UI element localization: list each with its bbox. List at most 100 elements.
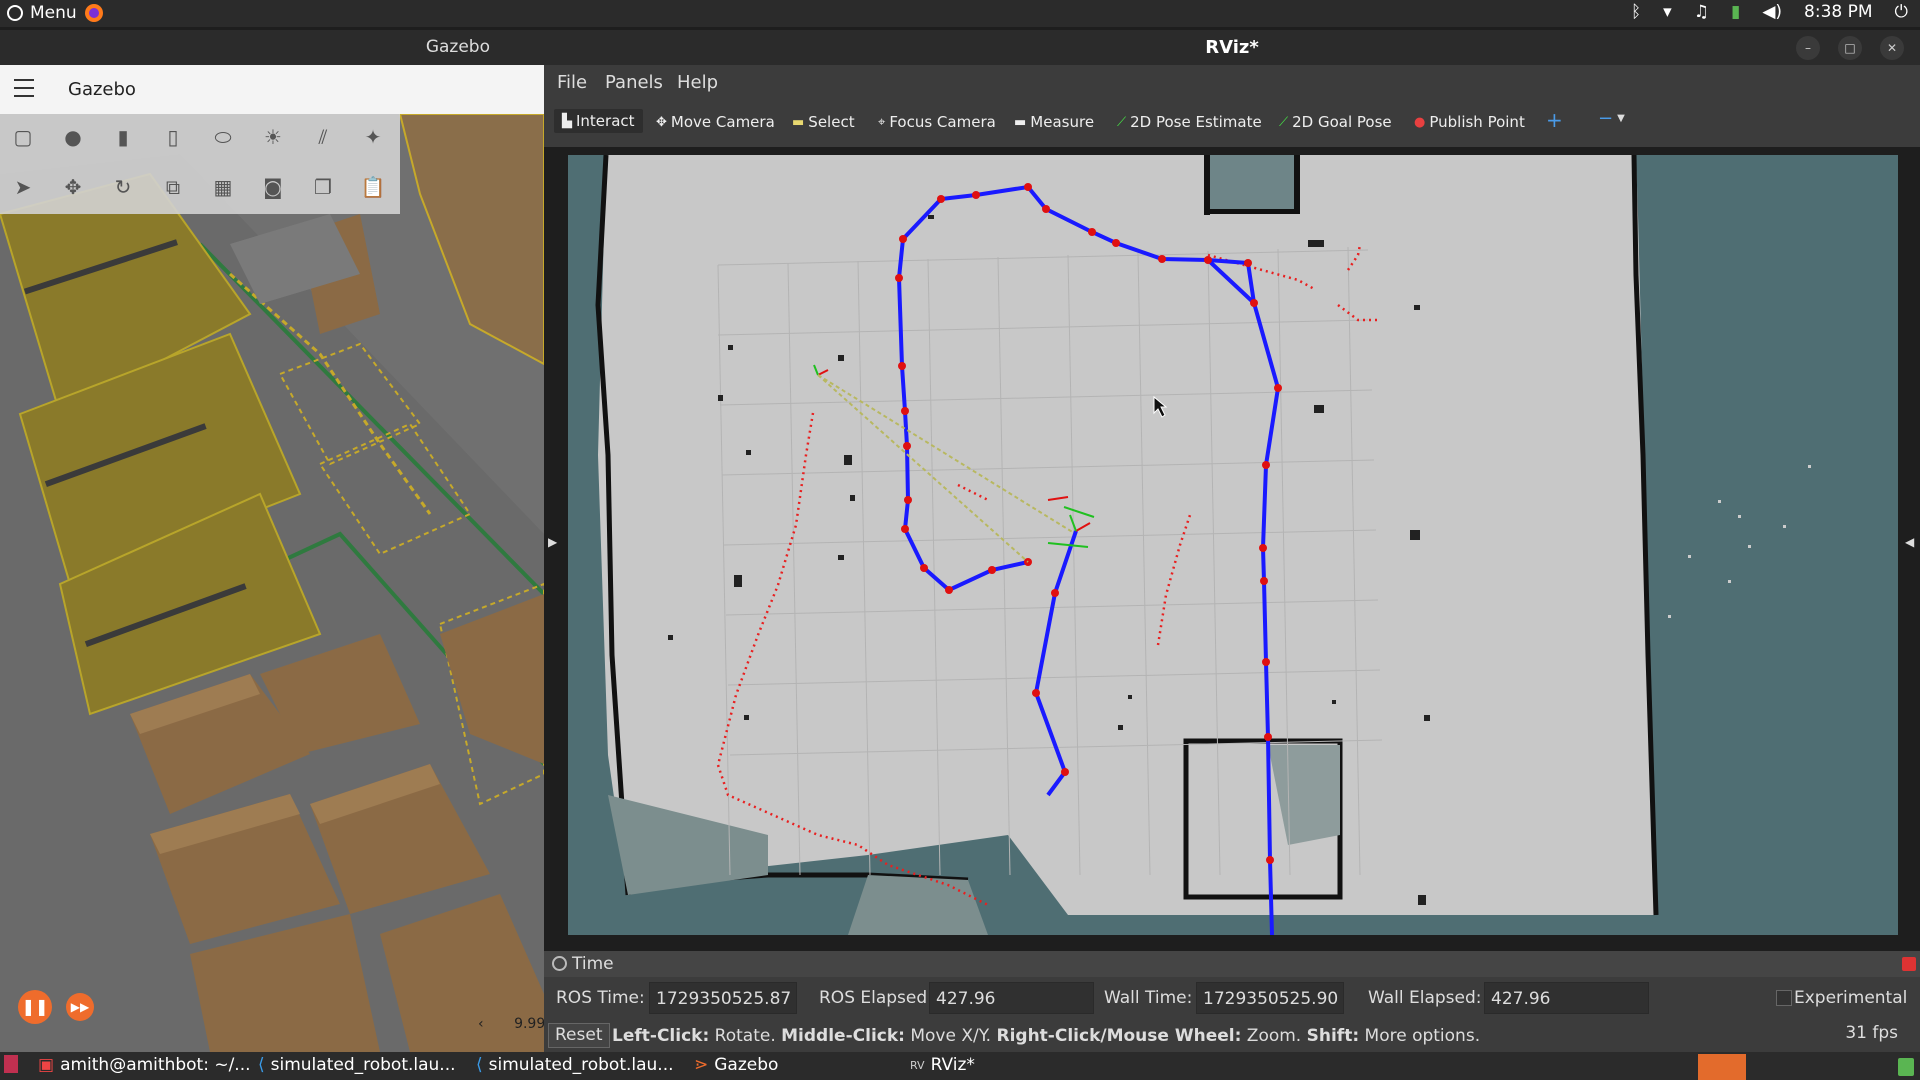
screenshot-camera-icon[interactable]: ◙ — [258, 172, 288, 202]
move-camera-icon: ✥ — [656, 114, 667, 130]
taskbar-item-gazebo[interactable]: ⋗ Gazebo — [694, 1055, 778, 1075]
menu-logo-icon — [7, 5, 23, 21]
publish-point-pin-icon: ● — [1414, 114, 1426, 130]
remove-tool-minus-icon[interactable]: − ▼ — [1598, 108, 1625, 129]
paste-icon[interactable]: 📋 — [358, 172, 388, 202]
wifi-icon[interactable]: ▾ — [1663, 2, 1672, 22]
rviz-3d-viewport[interactable] — [568, 155, 1898, 935]
notifications-icon[interactable]: ♫ — [1694, 2, 1709, 22]
tool-2d-pose-estimate[interactable]: ⟋ 2D Pose Estimate — [1117, 113, 1262, 131]
pause-button[interactable]: ❚❚ — [18, 990, 52, 1024]
tool-focus-camera[interactable]: ⌖ Focus Camera — [878, 113, 996, 131]
sun-light-icon[interactable]: ☀ — [258, 122, 288, 152]
add-tool-plus-icon[interactable]: + — [1546, 108, 1563, 132]
copy-icon[interactable]: ❐ — [308, 172, 338, 202]
taskbar-item-rviz-label: RViz* — [930, 1055, 975, 1075]
ellipsoid-shape-icon[interactable]: ⬭ — [208, 122, 238, 152]
help-right-click: Right-Click/Mouse Wheel: — [996, 1026, 1242, 1046]
help-shift-desc: More options. — [1359, 1026, 1481, 1046]
help-middle-click-desc: Move X/Y. — [904, 1026, 997, 1046]
sphere-shape-icon[interactable]: ● — [58, 122, 88, 152]
box-shape-icon[interactable]: ▢ — [8, 122, 38, 152]
tool-focus-camera-label: Focus Camera — [889, 113, 996, 131]
select-arrow-icon[interactable]: ➤ — [8, 172, 38, 202]
tool-move-camera-label: Move Camera — [670, 113, 775, 131]
translate-icon[interactable]: ✥ — [58, 172, 88, 202]
help-left-click: Left-Click: — [612, 1026, 710, 1046]
taskbar-item-vscode-1[interactable]: ⟨ simulated_robot.lau... — [258, 1055, 456, 1075]
collapse-left-panel-icon[interactable]: ▶ — [548, 535, 557, 549]
help-right-click-desc: Zoom. — [1241, 1026, 1307, 1046]
goal-pose-arrow-icon: ⟋ — [1279, 114, 1289, 130]
rtf-chevron-icon[interactable]: ‹ — [478, 1016, 484, 1032]
ros-elapsed-label: ROS Elapsed: — [819, 988, 933, 1008]
tool-move-camera[interactable]: ✥ Move Camera — [656, 113, 775, 131]
minimize-icon[interactable]: – — [1796, 36, 1820, 60]
tool-interact[interactable]: ▙ Interact — [554, 109, 643, 133]
taskbar-item-vscode-2[interactable]: ⟨ simulated_robot.lau... — [476, 1055, 674, 1075]
tool-select[interactable]: ▬ Select — [792, 113, 855, 131]
rotate-icon[interactable]: ↻ — [108, 172, 138, 202]
clock[interactable]: 8:38 PM — [1804, 2, 1873, 22]
pose-estimate-arrow-icon: ⟋ — [1117, 114, 1127, 130]
reset-button[interactable]: Reset — [548, 1023, 610, 1048]
system-top-bar: Menu ᛒ ▾ ♫ ▮ ◀) 8:38 PM ⏻ — [0, 0, 1920, 27]
taskbar-item-terminal[interactable]: ▣ amith@amithbot: ~/... — [38, 1055, 251, 1075]
rviz-icon: RV — [910, 1058, 925, 1072]
tool-publish-point[interactable]: ● Publish Point — [1414, 113, 1525, 131]
desktop-icon — [4, 1055, 18, 1073]
tray-rviz-icon[interactable] — [1698, 1054, 1746, 1080]
taskbar-show-desktop[interactable] — [4, 1055, 18, 1073]
ros-elapsed-field[interactable]: 427.96 — [929, 982, 1094, 1014]
close-panel-icon[interactable] — [1902, 957, 1916, 971]
experimental-checkbox[interactable] — [1776, 990, 1792, 1006]
spot-light-icon[interactable]: ✦ — [358, 122, 388, 152]
help-middle-click: Middle-Click: — [781, 1026, 905, 1046]
terminal-icon: ▣ — [38, 1055, 55, 1075]
cylinder-shape-icon[interactable]: ▮ — [108, 122, 138, 152]
battery-icon[interactable]: ▮ — [1731, 2, 1740, 22]
wall-time-label: Wall Time: — [1104, 988, 1193, 1008]
system-menu-label: Menu — [30, 3, 77, 23]
menu-file[interactable]: File — [557, 72, 587, 93]
time-panel-title-text: Time — [572, 954, 614, 974]
tool-measure[interactable]: ▬ Measure — [1014, 113, 1094, 131]
taskbar-item-rviz[interactable]: RV RViz* — [910, 1055, 975, 1075]
bluetooth-icon[interactable]: ᛒ — [1631, 2, 1641, 22]
system-menu-button[interactable]: Menu — [6, 2, 105, 24]
firefox-icon[interactable] — [83, 2, 105, 24]
vscode-icon: ⟨ — [258, 1055, 265, 1075]
rviz-window-controls: – □ ✕ — [1796, 36, 1904, 60]
rviz-window-title: RViz* — [544, 30, 1920, 65]
menu-panels[interactable]: Panels — [605, 72, 663, 93]
collapse-right-panel-icon[interactable]: ◀ — [1905, 535, 1914, 549]
focus-camera-icon: ⌖ — [878, 114, 886, 130]
grid-icon[interactable]: ▦ — [208, 172, 238, 202]
ros-time-field[interactable]: 1729350525.87 — [649, 982, 797, 1014]
gazebo-3d-scene[interactable] — [0, 114, 544, 1052]
close-icon[interactable]: ✕ — [1880, 36, 1904, 60]
menu-help[interactable]: Help — [677, 72, 718, 93]
occupancy-map-view — [568, 155, 1898, 935]
gazebo-header-title: Gazebo — [68, 79, 136, 100]
tool-2d-goal-pose[interactable]: ⟋ 2D Goal Pose — [1279, 113, 1392, 131]
hamburger-menu-icon[interactable] — [14, 79, 34, 103]
wall-time-field[interactable]: 1729350525.90 — [1196, 982, 1344, 1014]
help-shift: Shift: — [1306, 1026, 1360, 1046]
tray-status-icon[interactable] — [1898, 1058, 1914, 1076]
fps-counter: 31 fps — [1845, 1023, 1898, 1043]
wall-elapsed-field[interactable]: 427.96 — [1484, 982, 1649, 1014]
maximize-icon[interactable]: □ — [1838, 36, 1862, 60]
tool-goal-pose-label: 2D Goal Pose — [1292, 113, 1392, 131]
power-icon[interactable]: ⏻ — [1895, 2, 1908, 22]
volume-icon[interactable]: ◀) — [1762, 2, 1782, 22]
capsule-shape-icon[interactable]: ▯ — [158, 122, 188, 152]
clock-icon — [552, 956, 567, 971]
chevron-down-icon[interactable]: ▼ — [1617, 113, 1625, 124]
step-forward-button[interactable]: ▶▶ — [66, 993, 94, 1021]
snap-icon[interactable]: ⧉ — [158, 172, 188, 202]
directional-light-icon[interactable]: ⫽ — [308, 122, 338, 152]
tool-select-label: Select — [808, 113, 855, 131]
vscode-icon: ⟨ — [476, 1055, 483, 1075]
help-message: Left-Click: Rotate. Middle-Click: Move X… — [612, 1026, 1480, 1046]
